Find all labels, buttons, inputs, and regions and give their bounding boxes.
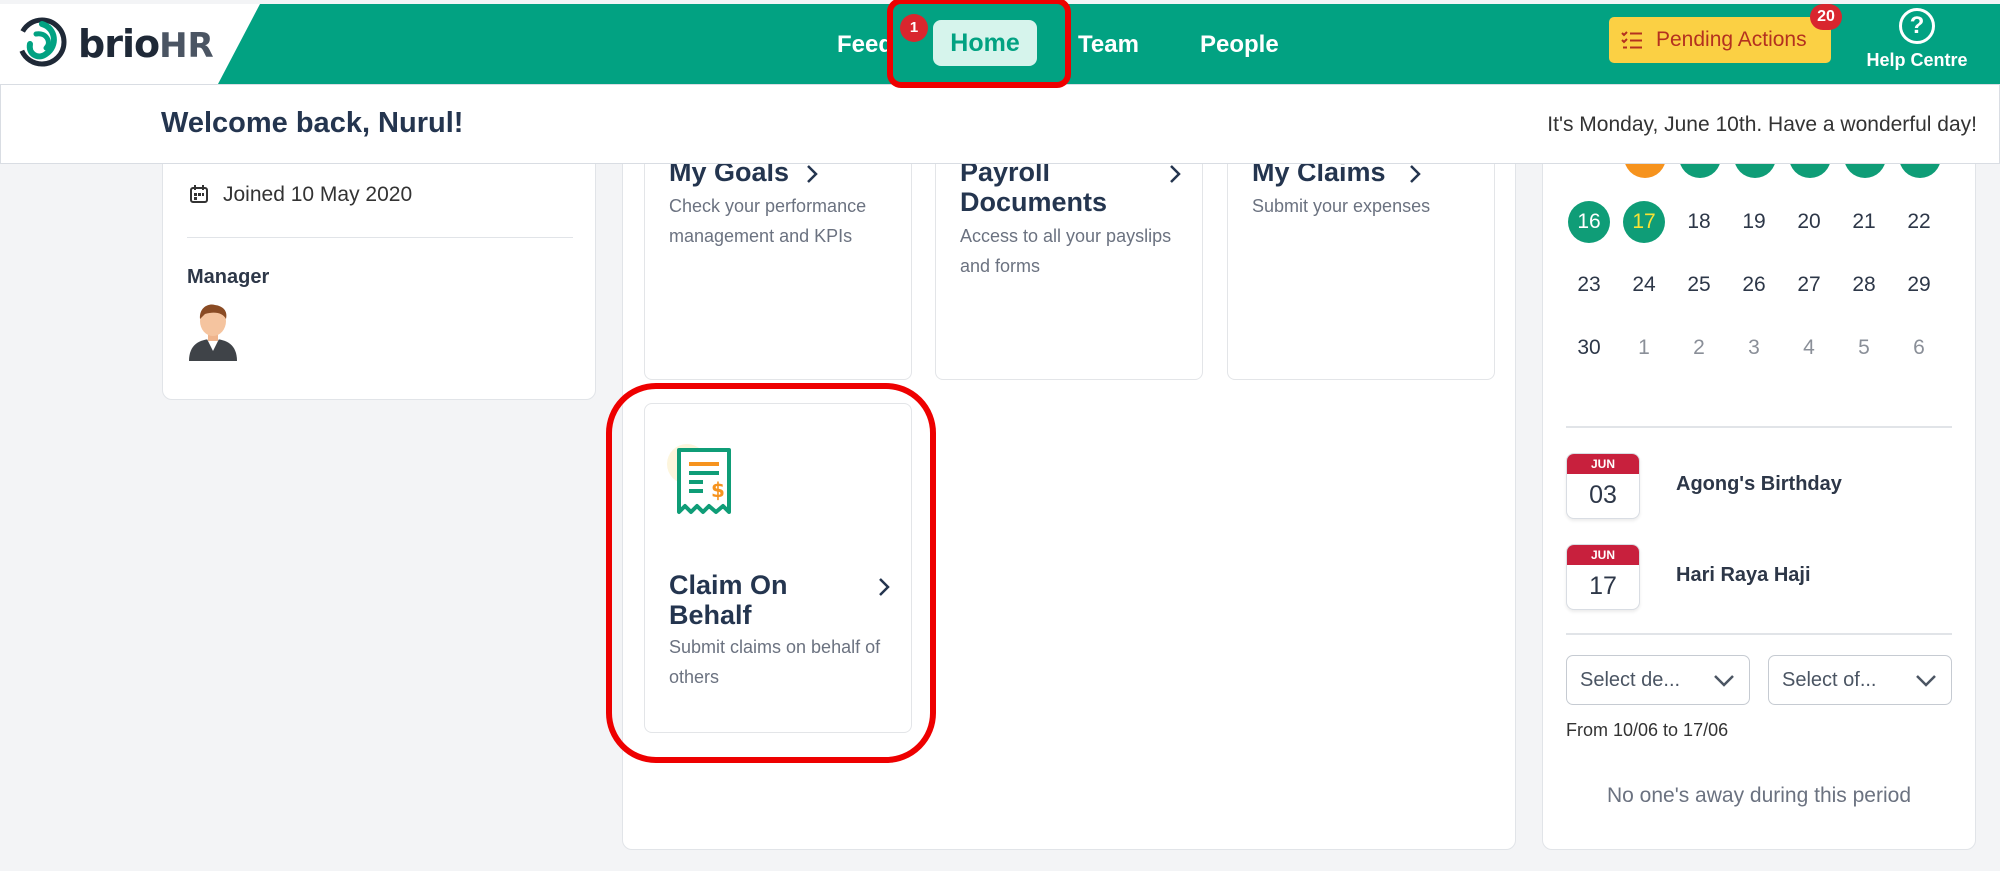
calendar-day[interactable]: 5 — [1843, 327, 1885, 369]
calendar-icon — [190, 185, 208, 203]
brand-logo-text: brioHR — [78, 22, 214, 66]
calendar-day[interactable]: 26 — [1733, 264, 1775, 306]
nav-people[interactable]: People — [1200, 27, 1279, 63]
holiday-month: JUN — [1567, 454, 1639, 474]
welcome-date-text: It's Monday, June 10th. Have a wonderful… — [1547, 113, 1977, 136]
manager-avatar[interactable] — [187, 301, 239, 361]
calendar-day[interactable]: 30 — [1568, 327, 1610, 369]
highlight-claim-on-behalf — [606, 383, 936, 763]
away-empty-message: No one's away during this period — [1606, 784, 1912, 807]
chevron-right-icon — [807, 165, 818, 183]
calendar-day[interactable]: 22 — [1898, 201, 1940, 243]
holiday-divider — [1566, 633, 1952, 635]
calendar-day[interactable]: 29 — [1898, 264, 1940, 306]
chevron-down-icon — [1916, 675, 1936, 687]
calendar-divider — [1566, 426, 1952, 428]
welcome-title: Welcome back, Nurul! — [161, 107, 464, 139]
calendar-day[interactable]: 17 — [1623, 201, 1665, 243]
chevron-down-icon — [1714, 675, 1734, 687]
welcome-bar: Welcome back, Nurul! It's Monday, June 1… — [0, 84, 2000, 164]
pending-actions-label: Pending Actions — [1656, 28, 1807, 51]
calendar-day[interactable]: 4 — [1788, 327, 1830, 369]
help-centre-label: Help Centre — [1866, 50, 1968, 70]
calendar-day[interactable]: 2 — [1678, 327, 1720, 369]
tile-description: Submit your expenses — [1252, 196, 1431, 216]
calendar-day[interactable]: 6 — [1898, 327, 1940, 369]
pending-actions-button[interactable]: Pending Actions — [1609, 17, 1831, 63]
calendar-day[interactable]: 18 — [1678, 201, 1720, 243]
holiday-day: 03 — [1589, 481, 1617, 509]
help-icon: ? — [1899, 8, 1935, 44]
calendar-day[interactable]: 27 — [1788, 264, 1830, 306]
office-select-value: Select of... — [1782, 669, 1877, 691]
joined-date-text: Joined 10 May 2020 — [223, 183, 413, 206]
tile-description: Check your performance management and KP… — [669, 196, 867, 246]
profile-divider — [187, 237, 573, 238]
holiday-name: Agong's Birthday — [1676, 473, 1842, 495]
calendar-day[interactable]: 1 — [1623, 327, 1665, 369]
holiday-name: Hari Raya Haji — [1676, 564, 1811, 586]
brio-logo-icon[interactable] — [16, 16, 68, 68]
away-date-range: From 10/06 to 17/06 — [1566, 720, 1729, 740]
holiday-date-badge: JUN 17 — [1566, 544, 1640, 610]
joined-date: Joined 10 May 2020 — [189, 183, 412, 207]
nav-feed[interactable]: Feed — [837, 27, 893, 63]
calendar-day[interactable]: 20 — [1788, 201, 1830, 243]
office-select[interactable]: Select of... — [1768, 655, 1952, 705]
calendar-day[interactable]: 23 — [1568, 264, 1610, 306]
department-select[interactable]: Select de... — [1566, 655, 1750, 705]
calendar-day[interactable]: 25 — [1678, 264, 1720, 306]
calendar-day[interactable]: 21 — [1843, 201, 1885, 243]
manager-label: Manager — [187, 266, 270, 288]
department-select-value: Select de... — [1580, 669, 1681, 691]
holiday-day: 17 — [1589, 572, 1617, 600]
calendar-day[interactable]: 19 — [1733, 201, 1775, 243]
chevron-right-icon — [1170, 165, 1181, 183]
brand-name: brio — [78, 22, 160, 66]
tile-title: Payroll Documents — [960, 157, 1108, 217]
pending-count-badge: 20 — [1810, 4, 1842, 30]
holiday-date-badge: JUN 03 — [1566, 453, 1640, 519]
checklist-icon — [1621, 31, 1642, 49]
calendar-day[interactable]: 3 — [1733, 327, 1775, 369]
nav-team[interactable]: Team — [1078, 27, 1139, 63]
tile-description: Access to all your payslips and forms — [960, 226, 1172, 276]
chevron-right-icon — [1410, 165, 1421, 183]
calendar-day[interactable]: 28 — [1843, 264, 1885, 306]
help-centre-button[interactable]: ? Help Centre — [1862, 8, 1972, 78]
holiday-month: JUN — [1567, 545, 1639, 565]
calendar-day[interactable]: 16 — [1568, 201, 1610, 243]
brand-suffix: HR — [159, 26, 214, 66]
highlight-home-tab — [887, 0, 1071, 88]
calendar-day[interactable]: 24 — [1623, 264, 1665, 306]
